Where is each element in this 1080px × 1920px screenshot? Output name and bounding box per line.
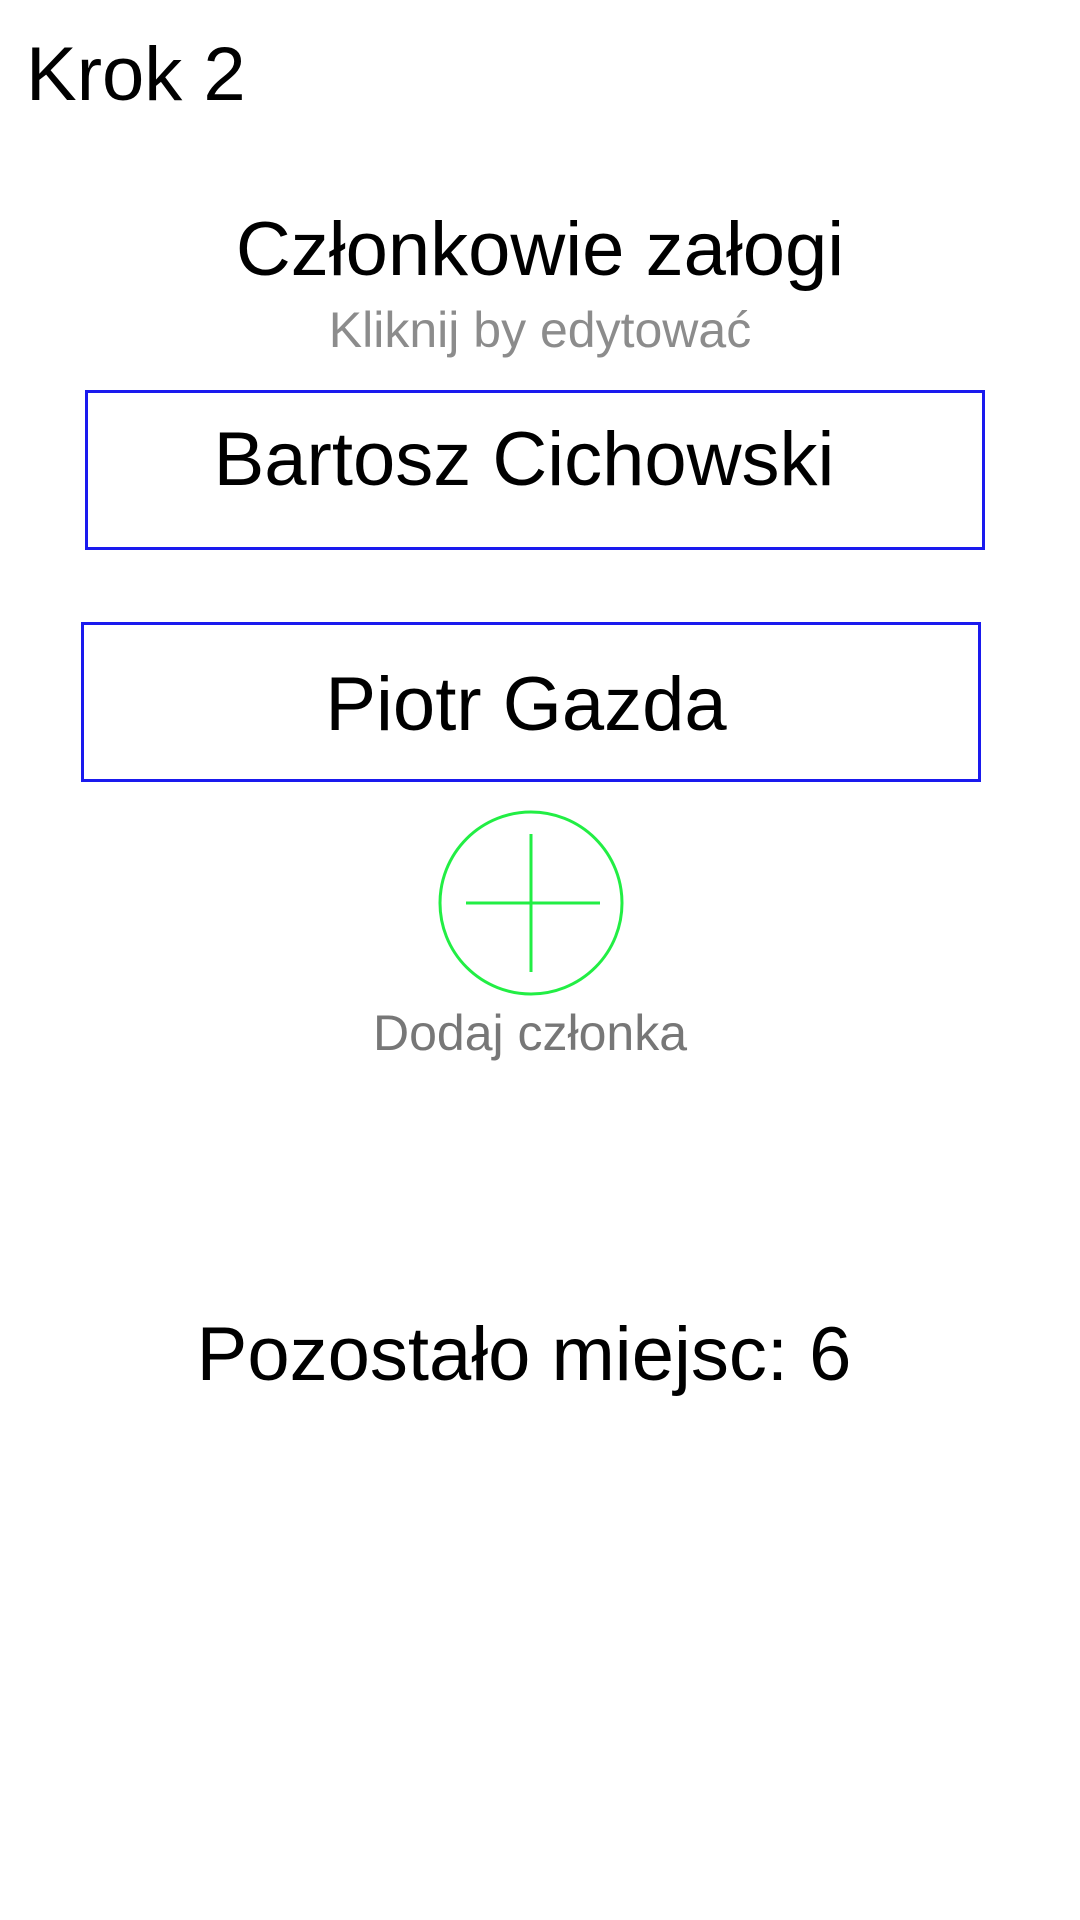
add-member-button[interactable] [438,810,624,996]
remaining-seats: Pozostało miejsc: 6 [196,1312,852,1397]
plus-circle-icon [438,810,624,996]
section-title: Członkowie załogi [235,207,845,292]
step-label: Krok 2 [26,32,246,117]
crew-member-1[interactable]: Bartosz Cichowski [85,390,985,550]
crew-member-name: Bartosz Cichowski [213,417,835,502]
crew-member-name: Piotr Gazda [325,661,727,747]
crew-member-2[interactable]: Piotr Gazda [81,622,981,782]
section-hint: Kliknij by edytować [328,302,752,358]
add-member-label: Dodaj członka [372,1005,688,1061]
